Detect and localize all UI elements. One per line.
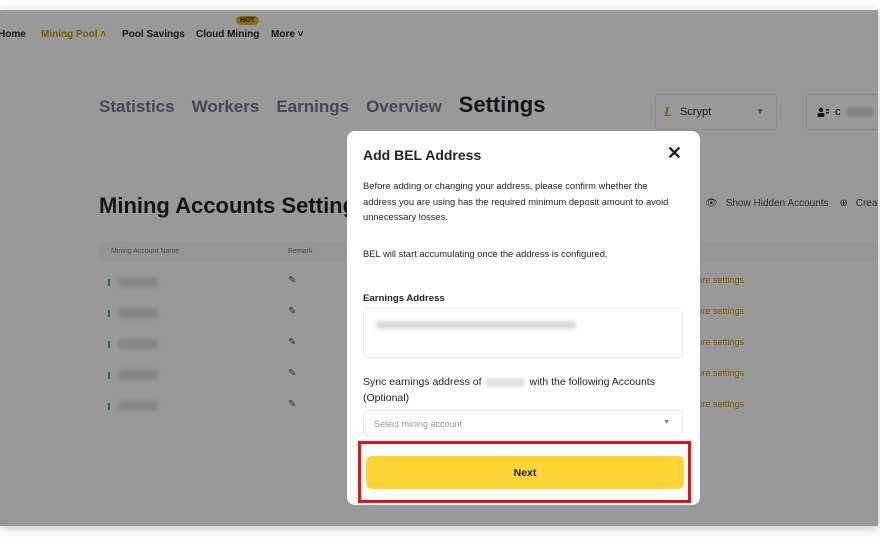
earnings-address-input[interactable] (363, 308, 683, 358)
sync-prefix: Sync earnings address of (363, 376, 482, 388)
add-address-dialog: Add BEL Address ✕ Before adding or chang… (347, 131, 700, 505)
caret-down-icon: ▼ (663, 419, 670, 426)
select-placeholder: Select mining account (374, 419, 463, 429)
dialog-description: Before adding or changing your address, … (363, 180, 669, 222)
earnings-address-label: Earnings Address (363, 293, 445, 304)
sync-description: Sync earnings address of with the followi… (363, 374, 688, 406)
dialog-title: Add BEL Address (363, 147, 482, 163)
app-window: Home Mining Pool ˄ Pool Savings Cloud Mi… (0, 10, 878, 526)
mining-account-select[interactable]: Select mining account ▼ (363, 410, 683, 436)
next-button[interactable]: Next (366, 456, 684, 489)
redacted-account (485, 377, 526, 387)
close-icon[interactable]: ✕ (667, 143, 682, 164)
dialog-note: BEL will start accumulating once the add… (363, 248, 608, 259)
highlight-box: Next (358, 441, 691, 503)
redacted-address-value (376, 321, 576, 329)
